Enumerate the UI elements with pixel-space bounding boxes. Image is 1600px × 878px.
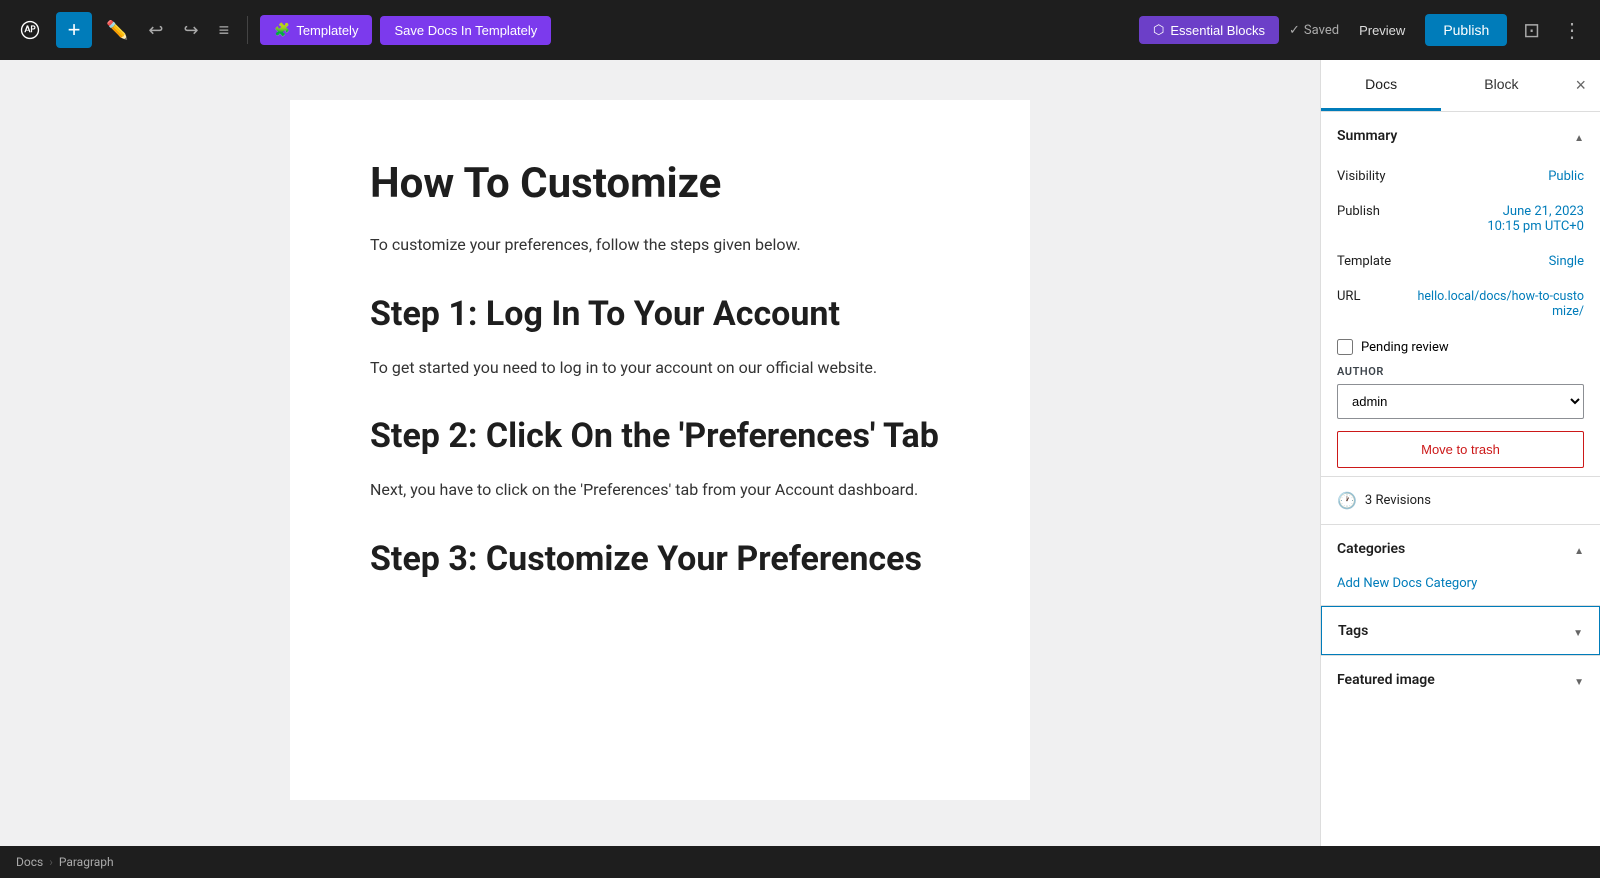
edit-tool-button[interactable]: ✏️ <box>100 15 134 45</box>
template-value[interactable]: Single <box>1549 254 1584 269</box>
publish-value[interactable]: June 21, 2023 10:15 pm UTC+0 <box>1487 204 1584 234</box>
visibility-value[interactable]: Public <box>1548 169 1584 184</box>
saved-status: ✓ Saved <box>1289 23 1339 38</box>
template-label: Template <box>1337 254 1417 269</box>
summary-title: Summary <box>1337 128 1397 144</box>
undo-button[interactable]: ↩ <box>142 15 169 45</box>
doc-intro[interactable]: To customize your preferences, follow th… <box>370 232 950 258</box>
template-row: Template Single <box>1321 244 1600 279</box>
toolbar-separator-1 <box>247 16 248 44</box>
categories-chevron-icon <box>1574 539 1584 558</box>
editor-canvas: How To Customize To customize your prefe… <box>290 100 1030 800</box>
preview-button[interactable]: Preview <box>1349 17 1415 44</box>
featured-header[interactable]: Featured image <box>1321 656 1600 703</box>
sidebar-tabs: Docs Block × <box>1321 60 1600 112</box>
move-to-trash-button[interactable]: Move to trash <box>1337 431 1584 468</box>
editor-area: How To Customize To customize your prefe… <box>0 60 1320 846</box>
featured-title: Featured image <box>1337 672 1435 688</box>
templately-icon: 🧩 <box>274 22 290 38</box>
pending-review-checkbox[interactable] <box>1337 339 1353 355</box>
pending-review-row: Pending review <box>1321 329 1600 365</box>
publish-button[interactable]: Publish <box>1425 14 1507 46</box>
url-label: URL <box>1337 289 1417 304</box>
categories-title: Categories <box>1337 541 1405 557</box>
summary-chevron-icon <box>1574 126 1584 145</box>
tab-docs[interactable]: Docs <box>1321 60 1441 111</box>
breadcrumb-separator: › <box>49 855 53 869</box>
sidebar-close-button[interactable]: × <box>1562 60 1600 111</box>
templately-button[interactable]: 🧩 Templately <box>260 15 372 45</box>
bottom-bar: Docs › Paragraph <box>0 846 1600 878</box>
add-block-button[interactable]: + <box>56 12 92 48</box>
add-category-link[interactable]: Add New Docs Category <box>1321 572 1600 605</box>
essential-blocks-icon: ⬡ <box>1153 22 1164 38</box>
breadcrumb-docs[interactable]: Docs <box>16 855 43 869</box>
visibility-label: Visibility <box>1337 169 1417 184</box>
pending-review-label: Pending review <box>1361 340 1449 355</box>
save-docs-button[interactable]: Save Docs In Templately <box>380 16 551 45</box>
summary-section: Summary Visibility Public Publish June 2… <box>1321 112 1600 477</box>
author-label: AUTHOR <box>1321 365 1600 384</box>
step1-heading[interactable]: Step 1: Log In To Your Account <box>370 294 950 335</box>
categories-header[interactable]: Categories <box>1321 525 1600 572</box>
list-view-button[interactable]: ≡ <box>213 15 236 45</box>
main-layout: How To Customize To customize your prefe… <box>0 60 1600 846</box>
wp-logo <box>12 12 48 48</box>
redo-button[interactable]: ↪ <box>178 15 205 45</box>
toolbar: + ✏️ ↩ ↪ ≡ 🧩 Templately Save Docs In Tem… <box>0 0 1600 60</box>
step2-heading[interactable]: Step 2: Click On the 'Preferences' Tab <box>370 416 950 457</box>
breadcrumb-paragraph[interactable]: Paragraph <box>59 855 114 869</box>
author-select[interactable]: admin <box>1337 384 1584 419</box>
step1-text[interactable]: To get started you need to log in to you… <box>370 355 950 381</box>
url-value[interactable]: hello.local/docs/how-to-customize/ <box>1417 289 1584 319</box>
categories-section: Categories Add New Docs Category <box>1321 525 1600 606</box>
settings-button[interactable]: ⊡ <box>1517 12 1546 49</box>
tab-block[interactable]: Block <box>1441 60 1561 111</box>
revisions-row[interactable]: 🕐 3 Revisions <box>1321 477 1600 525</box>
visibility-row: Visibility Public <box>1321 159 1600 194</box>
essential-blocks-button[interactable]: ⬡ Essential Blocks <box>1139 16 1279 44</box>
more-options-button[interactable]: ⋮ <box>1556 12 1588 49</box>
tags-section: Tags <box>1321 606 1600 655</box>
revisions-icon: 🕐 <box>1337 491 1357 510</box>
toolbar-right: ⬡ Essential Blocks ✓ Saved Preview Publi… <box>1139 12 1588 49</box>
featured-chevron-icon <box>1574 670 1584 689</box>
url-row: URL hello.local/docs/how-to-customize/ <box>1321 279 1600 329</box>
featured-image-section: Featured image <box>1321 655 1600 703</box>
tags-header[interactable]: Tags <box>1322 607 1599 654</box>
step2-text[interactable]: Next, you have to click on the 'Preferen… <box>370 477 950 503</box>
publish-label: Publish <box>1337 204 1417 219</box>
sidebar: Docs Block × Summary Visibility Public P… <box>1320 60 1600 846</box>
revisions-label: 3 Revisions <box>1365 493 1431 508</box>
doc-title[interactable]: How To Customize <box>370 160 950 208</box>
summary-section-header[interactable]: Summary <box>1321 112 1600 159</box>
step3-heading[interactable]: Step 3: Customize Your Preferences <box>370 539 950 580</box>
check-icon: ✓ <box>1289 23 1300 38</box>
tags-chevron-icon <box>1573 621 1583 640</box>
tags-title: Tags <box>1338 623 1368 639</box>
publish-row: Publish June 21, 2023 10:15 pm UTC+0 <box>1321 194 1600 244</box>
